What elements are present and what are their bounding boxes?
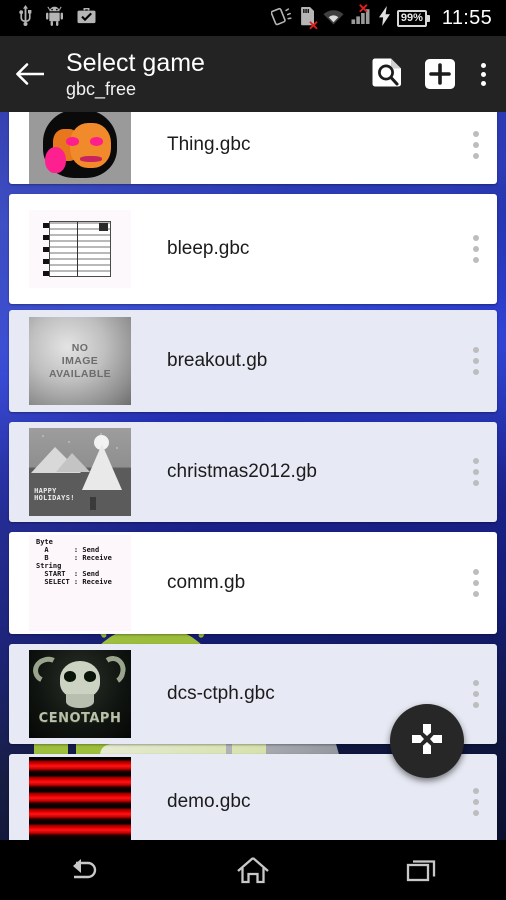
recents-nav-icon[interactable] xyxy=(337,840,506,900)
list-item-label: christmas2012.gb xyxy=(167,461,317,482)
page-subtitle: gbc_free xyxy=(66,78,137,99)
comm-thumb-text: Byte A : Send B : Receive String START :… xyxy=(29,535,131,631)
document-search-icon[interactable] xyxy=(362,36,414,112)
bleep-tracker-thumbnail xyxy=(29,210,131,288)
battery-indicator: 99% xyxy=(396,9,430,27)
android-icon xyxy=(45,6,64,31)
row-overflow-icon[interactable] xyxy=(455,532,497,634)
home-nav-icon[interactable] xyxy=(169,840,338,900)
row-overflow-icon[interactable] xyxy=(455,194,497,304)
status-bar: ✕ ✕ 99% 11:55 xyxy=(0,0,506,36)
dpad-fab-button[interactable] xyxy=(390,704,464,778)
list-item[interactable]: Byte A : Send B : Receive String START :… xyxy=(9,532,497,634)
list-item[interactable]: NO IMAGE AVAILABLE breakout.gb xyxy=(9,310,497,412)
list-item[interactable]: HAPPY HOLIDAYS! christmas2012.gb xyxy=(9,422,497,522)
list-item-label: bleep.gbc xyxy=(167,238,250,259)
sd-card-error-icon: ✕ xyxy=(299,6,319,33)
row-overflow-icon[interactable] xyxy=(455,310,497,412)
back-arrow-icon[interactable] xyxy=(0,36,62,112)
status-bar-left-icons xyxy=(8,5,97,31)
error-x-badge: ✕ xyxy=(357,1,369,16)
christmas-thumb-text: HAPPY HOLIDAYS! xyxy=(34,486,75,502)
navigation-bar xyxy=(0,840,506,900)
list-item-label: breakout.gb xyxy=(167,350,268,371)
cell-signal-error-icon: ✕ xyxy=(351,2,372,30)
usb-icon xyxy=(18,5,33,31)
comm-textscreen-thumbnail: Byte A : Send B : Receive String START :… xyxy=(29,535,131,631)
cenotaph-skull-thumbnail: CENOTAPH xyxy=(29,650,131,738)
action-bar-titles: Select game gbc_free xyxy=(62,49,362,100)
list-item-label: demo.gbc xyxy=(167,791,251,812)
dcs-thumb-text: CENOTAPH xyxy=(38,710,122,726)
list-item-label: Thing.gbc xyxy=(167,134,251,155)
row-overflow-icon[interactable] xyxy=(455,112,497,184)
red-stripes-thumbnail xyxy=(29,757,131,840)
overflow-menu-icon[interactable] xyxy=(466,36,506,112)
android-screen: ✕ ✕ 99% 11:55 Select game gbc_free Thing… xyxy=(0,0,506,900)
no-image-available-thumbnail: NO IMAGE AVAILABLE xyxy=(29,317,131,405)
status-bar-clock: 11:55 xyxy=(441,7,492,29)
error-x-badge: ✕ xyxy=(307,17,319,33)
page-title: Select game xyxy=(66,48,205,77)
row-overflow-icon[interactable] xyxy=(455,754,497,840)
list-item-label: dcs-ctph.gbc xyxy=(167,683,275,704)
list-item[interactable]: bleep.gbc xyxy=(9,194,497,304)
battery-level-text: 99% xyxy=(400,11,423,24)
rotation-lock-icon xyxy=(270,6,293,31)
christmas-scene-thumbnail: HAPPY HOLIDAYS! xyxy=(29,428,131,516)
back-nav-icon[interactable] xyxy=(0,840,169,900)
briefcase-check-icon xyxy=(76,6,97,30)
dpad-icon xyxy=(410,722,444,761)
action-bar: Select game gbc_free xyxy=(0,36,506,112)
no-image-text: NO IMAGE AVAILABLE xyxy=(48,341,112,380)
plus-box-icon[interactable] xyxy=(414,36,466,112)
charging-bolt-icon xyxy=(378,5,391,31)
row-overflow-icon[interactable] xyxy=(455,422,497,522)
status-bar-right-icons: ✕ ✕ 99% 11:55 xyxy=(270,2,498,33)
thing-artwork-thumbnail xyxy=(29,112,131,184)
list-item-label: comm.gb xyxy=(167,572,246,593)
wifi-icon xyxy=(322,6,345,30)
list-item[interactable]: Thing.gbc xyxy=(9,112,497,184)
